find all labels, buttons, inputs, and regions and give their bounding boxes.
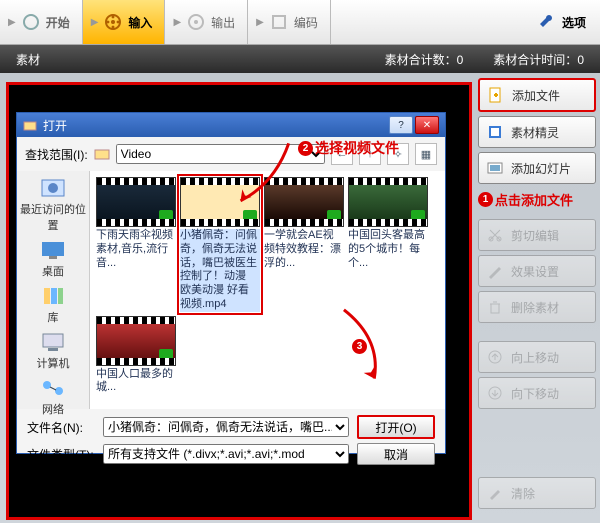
tab-label: 输入 bbox=[128, 14, 152, 31]
cancel-button[interactable]: 取消 bbox=[357, 443, 435, 465]
add-slide-button[interactable]: 添加幻灯片 bbox=[478, 152, 596, 184]
ribbon: ▶ 开始 ▶ 输入 ▶ 输出 ▶ 编码 选项 bbox=[0, 0, 600, 45]
places-bar: 最近访问的位置 桌面 库 计算机 网络 bbox=[17, 171, 90, 409]
delete-button[interactable]: 删除素材 bbox=[478, 291, 596, 323]
play-icon: ▶ bbox=[91, 17, 99, 28]
time-value: 0 bbox=[577, 53, 584, 67]
reel-icon bbox=[187, 13, 205, 31]
annotation-step1: 1 点击添加文件 bbox=[478, 190, 596, 209]
arrow-down-icon bbox=[487, 385, 503, 401]
wizard-icon bbox=[487, 124, 503, 140]
annotation-step2: 2 选择视频文件 bbox=[298, 138, 399, 158]
tab-label: 编码 bbox=[294, 14, 318, 31]
folder-open-icon bbox=[23, 118, 37, 132]
tab-label: 输出 bbox=[211, 14, 235, 31]
place-desktop[interactable]: 桌面 bbox=[37, 237, 69, 281]
filetype-field[interactable]: 所有支持文件 (*.divx;*.avi;*.avi;*.mod bbox=[103, 444, 349, 464]
dialog-title: 打开 bbox=[43, 117, 67, 134]
move-down-button[interactable]: 向下移动 bbox=[478, 377, 596, 409]
filetype-label: 文件类型(T): bbox=[27, 446, 95, 463]
cut-button[interactable]: 剪切编辑 bbox=[478, 219, 596, 251]
btn-label: 删除素材 bbox=[511, 299, 559, 316]
place-library[interactable]: 库 bbox=[37, 283, 69, 327]
btn-label: 效果设置 bbox=[511, 263, 559, 280]
filename-field[interactable]: 小猪佩奇：问佩奇，佩奇无法说话，嘴巴... bbox=[103, 417, 349, 437]
folder-icon bbox=[94, 147, 110, 161]
add-file-button[interactable]: 添加文件 bbox=[478, 78, 596, 112]
btn-label: 向上移动 bbox=[511, 349, 559, 366]
btn-label: 素材精灵 bbox=[511, 124, 559, 141]
badge-1: 1 bbox=[478, 192, 493, 207]
options-button[interactable]: 选项 bbox=[526, 0, 600, 44]
dialog-bottom: 文件名(N): 小猪佩奇：问佩奇，佩奇无法说话，嘴巴... 打开(O) 文件类型… bbox=[17, 409, 445, 471]
file-item-selected[interactable]: 小猪佩奇：问佩奇，佩奇无法说话，嘴巴被医生控制了！动漫 欧美动漫 好看视频.mp… bbox=[177, 174, 263, 315]
wizard-button[interactable]: 素材精灵 bbox=[478, 116, 596, 148]
computer-icon bbox=[39, 331, 67, 353]
dialog-titlebar[interactable]: 打开 ? ✕ bbox=[17, 113, 445, 137]
lookin-select[interactable]: Video bbox=[116, 144, 325, 164]
count-value: 0 bbox=[457, 53, 464, 67]
annotation-text: 选择视频文件 bbox=[315, 138, 399, 158]
count-label: 素材合计数： bbox=[385, 53, 457, 67]
file-item[interactable]: 中国回头客最高的5个城市！每个... bbox=[348, 177, 428, 312]
btn-label: 向下移动 bbox=[511, 385, 559, 402]
play-icon: ▶ bbox=[256, 17, 264, 28]
move-up-button[interactable]: 向上移动 bbox=[478, 341, 596, 373]
help-icon[interactable]: ? bbox=[389, 116, 413, 134]
side-panel: 添加文件 素材精灵 添加幻灯片 1 点击添加文件 剪切编辑 效果设置 删除素材 … bbox=[478, 78, 596, 509]
file-list[interactable]: 下雨天雨伞视频素材,音乐,流行音... 小猪佩奇：问佩奇，佩奇无法说话，嘴巴被医… bbox=[90, 171, 445, 409]
badge-2: 2 bbox=[298, 141, 313, 156]
magic-icon bbox=[487, 263, 503, 279]
viewmode-icon[interactable]: ▦ bbox=[415, 143, 437, 165]
tab-label: 开始 bbox=[46, 14, 70, 31]
recent-icon bbox=[39, 177, 67, 199]
file-add-icon bbox=[488, 87, 504, 103]
btn-label: 清除 bbox=[511, 485, 535, 502]
encode-icon bbox=[270, 13, 288, 31]
play-icon: ▶ bbox=[173, 17, 181, 28]
effect-button[interactable]: 效果设置 bbox=[478, 255, 596, 287]
home-icon bbox=[22, 13, 40, 31]
scissors-icon bbox=[487, 227, 503, 243]
wrench-icon bbox=[540, 14, 556, 30]
place-recent[interactable]: 最近访问的位置 bbox=[17, 175, 89, 235]
tab-input[interactable]: ▶ 输入 bbox=[83, 0, 166, 44]
open-dialog: 打开 ? ✕ 查找范围(I): Video ← ↑ ✧ ▦ 最近访问的位置 桌面… bbox=[16, 112, 446, 454]
place-network[interactable]: 网络 bbox=[37, 375, 69, 419]
badge-3: 3 bbox=[352, 339, 367, 354]
network-icon bbox=[39, 377, 67, 399]
btn-label: 剪切编辑 bbox=[511, 227, 559, 244]
lookin-label: 查找范围(I): bbox=[25, 146, 88, 163]
bar-title: 素材 bbox=[16, 51, 40, 68]
file-item[interactable]: 下雨天雨伞视频素材,音乐,流行音... bbox=[96, 177, 176, 312]
place-computer[interactable]: 计算机 bbox=[35, 329, 72, 373]
file-item[interactable]: 一学就会AE视频特效教程：漂浮的... bbox=[264, 177, 344, 312]
tab-encode[interactable]: ▶ 编码 bbox=[248, 0, 331, 44]
annotation-text: 点击添加文件 bbox=[495, 190, 573, 209]
tab-output[interactable]: ▶ 输出 bbox=[165, 0, 248, 44]
desktop-icon bbox=[39, 239, 67, 261]
reel-icon bbox=[104, 13, 122, 31]
slide-icon bbox=[487, 160, 503, 176]
material-bar: 素材 素材合计数：0 素材合计时间：0 bbox=[0, 45, 600, 73]
close-icon[interactable]: ✕ bbox=[415, 116, 439, 134]
filename-label: 文件名(N): bbox=[27, 419, 95, 436]
tab-start[interactable]: ▶ 开始 bbox=[0, 0, 83, 44]
options-label: 选项 bbox=[562, 14, 586, 31]
broom-icon bbox=[487, 485, 503, 501]
btn-label: 添加幻灯片 bbox=[511, 160, 571, 177]
btn-label: 添加文件 bbox=[512, 87, 560, 104]
time-label: 素材合计时间： bbox=[493, 53, 577, 67]
arrow-up-icon bbox=[487, 349, 503, 365]
trash-icon bbox=[487, 299, 503, 315]
library-icon bbox=[39, 285, 67, 307]
clear-button[interactable]: 清除 bbox=[478, 477, 596, 509]
app-root: { "ribbon": { "tabs": [ {"label":"开始","a… bbox=[0, 0, 600, 523]
file-item[interactable]: 中国人口最多的城... bbox=[96, 316, 176, 396]
play-icon: ▶ bbox=[8, 17, 16, 28]
open-button[interactable]: 打开(O) bbox=[357, 415, 435, 439]
